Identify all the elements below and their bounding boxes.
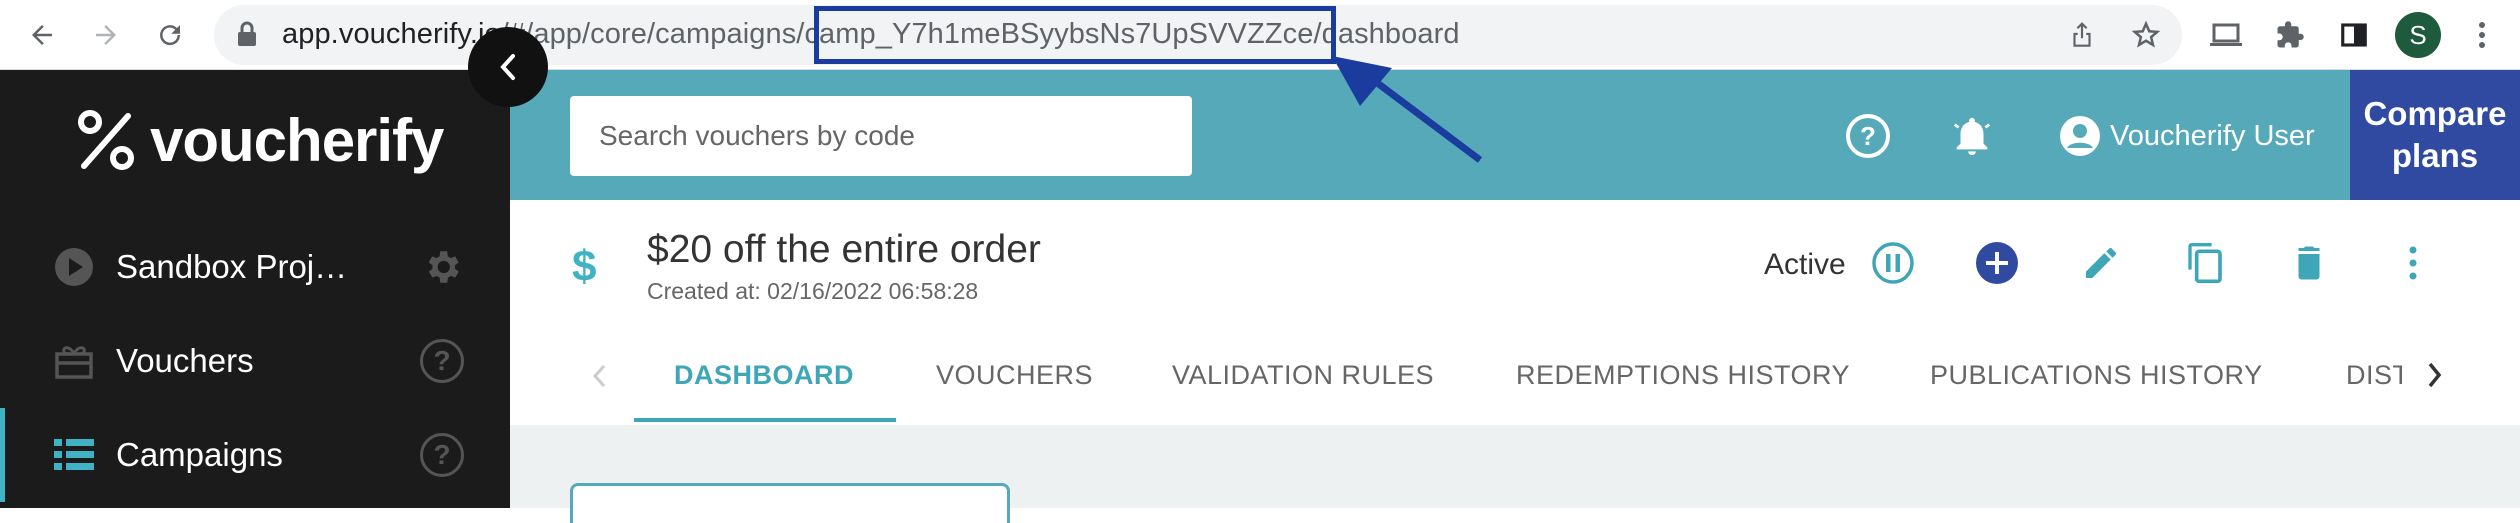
chevron-right-icon[interactable] (2424, 360, 2444, 395)
gear-icon[interactable] (420, 245, 464, 289)
bell-icon[interactable] (1946, 110, 1998, 162)
more-icon[interactable] (2388, 238, 2438, 288)
currency-icon: $ (572, 242, 597, 291)
copy-icon[interactable] (2180, 238, 2230, 288)
lock-icon[interactable] (236, 21, 258, 52)
compare-line-1: Compare (2363, 95, 2507, 132)
status-label: Active (1764, 248, 1846, 281)
cast-icon[interactable] (2204, 13, 2248, 57)
compare-plans-button[interactable]: Compare plans (2350, 70, 2520, 200)
tab-dashboard[interactable]: DASHBOARD (674, 360, 854, 391)
reload-icon[interactable] (148, 13, 192, 57)
star-icon[interactable] (2124, 13, 2168, 57)
help-icon[interactable]: ? (1842, 110, 1894, 162)
dashboard-content (510, 425, 2520, 523)
tab-validation-rules[interactable]: VALIDATION RULES (1172, 360, 1434, 391)
play-icon (52, 245, 96, 289)
dashboard-card (570, 483, 1010, 523)
sidebar-item-label: Campaigns (116, 436, 283, 473)
sidebar-item-label: Vouchers (116, 342, 254, 379)
sidebar-item-label: Sandbox Proj… (116, 248, 348, 285)
chevron-left-icon (500, 54, 515, 80)
share-icon[interactable] (2060, 13, 2104, 57)
search-input[interactable] (570, 96, 1192, 176)
tab-redemptions-history[interactable]: REDEMPTIONS HISTORY (1516, 360, 1850, 391)
logo-mark-icon (78, 109, 134, 170)
edit-icon[interactable] (2076, 238, 2126, 288)
gift-icon (52, 339, 96, 383)
user-icon[interactable] (2054, 110, 2106, 162)
help-icon[interactable]: ? (420, 433, 464, 477)
user-name[interactable]: Voucherify User (2110, 120, 2315, 153)
logo-text: voucherify (150, 107, 444, 174)
sidebar-item-vouchers[interactable]: Vouchers ? (0, 314, 510, 408)
menu-icon[interactable] (2460, 13, 2504, 57)
top-header: ? Voucherify User Compare plans (510, 70, 2520, 200)
url-host: app.voucherify.io (282, 18, 501, 50)
compare-line-2: plans (2391, 137, 2479, 174)
tab-distributions[interactable]: DIST (2346, 360, 2402, 391)
sidebar-item-campaigns[interactable]: Campaigns ? (0, 408, 510, 502)
active-indicator (0, 408, 5, 502)
back-icon[interactable] (20, 13, 64, 57)
sidebar: voucherify Sandbox Proj… Vouchers ? Camp… (0, 70, 510, 508)
svg-text:?: ? (1860, 121, 1876, 151)
help-icon[interactable]: ? (420, 339, 464, 383)
campaign-header: $ $20 off the entire order Created at: 0… (510, 200, 2520, 425)
chevron-left-icon[interactable] (590, 362, 610, 395)
forward-icon[interactable] (84, 13, 128, 57)
tab-vouchers[interactable]: VOUCHERS (936, 360, 1093, 391)
active-tab-indicator (634, 418, 896, 422)
tabs-bar: DASHBOARD VOUCHERS VALIDATION RULES REDE… (510, 320, 2520, 424)
voucherify-logo[interactable]: voucherify (76, 106, 444, 175)
delete-icon[interactable] (2284, 238, 2334, 288)
url-highlight-box (814, 6, 1336, 64)
list-icon (52, 433, 96, 477)
collapse-sidebar-button[interactable] (468, 27, 548, 107)
profile-avatar[interactable]: S (2395, 12, 2441, 58)
extensions-icon[interactable] (2268, 13, 2312, 57)
pause-icon[interactable] (1868, 238, 1918, 288)
annotation-arrow (1332, 56, 1483, 163)
browser-toolbar: app.voucherify.io/#/app/core/campaigns/c… (0, 0, 2520, 70)
url-path-pre: /#/app/core/campaigns/ (500, 18, 805, 50)
plus-icon[interactable] (1972, 238, 2022, 288)
campaign-created-at: Created at: 02/16/2022 06:58:28 (647, 278, 979, 304)
sidepanel-icon[interactable] (2332, 13, 2376, 57)
campaign-title: $20 off the entire order (647, 228, 1041, 271)
sidebar-item-project[interactable]: Sandbox Proj… (0, 220, 510, 314)
tab-publications-history[interactable]: PUBLICATIONS HISTORY (1930, 360, 2263, 391)
